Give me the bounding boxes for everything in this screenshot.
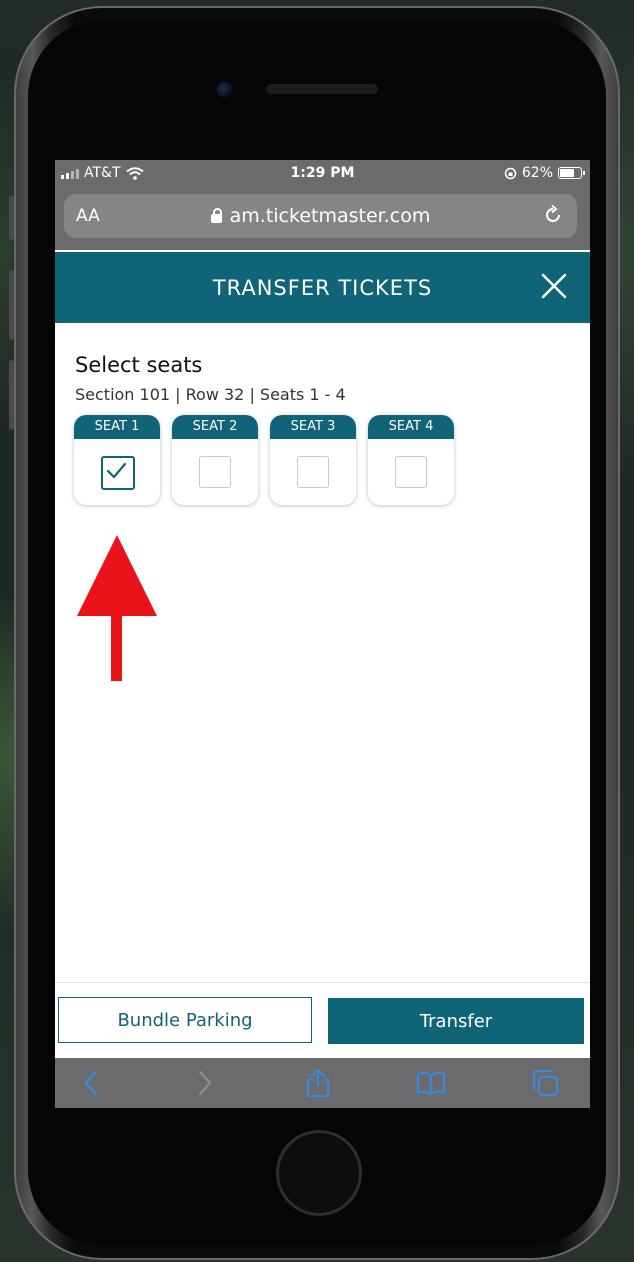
earpiece-speaker bbox=[266, 84, 378, 94]
volume-up-button bbox=[9, 270, 14, 340]
home-button[interactable] bbox=[279, 1133, 359, 1213]
status-right: 62% bbox=[504, 165, 585, 181]
seat-checkbox-checked[interactable] bbox=[101, 456, 135, 490]
seat-checkbox[interactable] bbox=[199, 456, 231, 488]
lock-icon bbox=[210, 207, 222, 223]
battery-percent: 62% bbox=[521, 165, 553, 181]
browser-address-area: AA am.ticketmaster.com bbox=[55, 188, 590, 250]
url-display[interactable]: am.ticketmaster.com bbox=[64, 205, 577, 227]
seat-label: SEAT 1 bbox=[74, 415, 160, 439]
front-camera bbox=[217, 82, 233, 98]
seat-label: SEAT 2 bbox=[172, 415, 258, 439]
battery-icon bbox=[558, 167, 585, 179]
share-icon[interactable] bbox=[303, 1068, 333, 1098]
book-icon[interactable] bbox=[416, 1068, 446, 1098]
close-icon[interactable] bbox=[540, 272, 568, 300]
status-bar: AT&T 1:29 PM 62% bbox=[55, 160, 590, 188]
chevron-left-icon[interactable] bbox=[77, 1068, 107, 1098]
seat-location: Section 101 | Row 32 | Seats 1 - 4 bbox=[75, 385, 346, 404]
transfer-button[interactable]: Transfer bbox=[328, 998, 584, 1044]
page-title: TRANSFER TICKETS bbox=[212, 276, 433, 300]
seat-card-4[interactable]: SEAT 4 bbox=[368, 415, 454, 505]
seat-checkbox[interactable] bbox=[297, 456, 329, 488]
tabs-icon[interactable] bbox=[530, 1068, 560, 1098]
transfer-header: TRANSFER TICKETS bbox=[55, 252, 590, 323]
rotation-lock-icon bbox=[504, 167, 517, 179]
reload-icon[interactable] bbox=[541, 203, 565, 227]
red-arrow-annotation bbox=[77, 535, 157, 681]
footer-divider bbox=[55, 982, 590, 983]
seat-label: SEAT 3 bbox=[270, 415, 356, 439]
browser-toolbar bbox=[55, 1058, 590, 1108]
url-text: am.ticketmaster.com bbox=[229, 205, 431, 227]
volume-down-button bbox=[9, 360, 14, 430]
seat-checkbox[interactable] bbox=[395, 456, 427, 488]
seat-card-1[interactable]: SEAT 1 bbox=[74, 415, 160, 505]
address-bar[interactable]: AA am.ticketmaster.com bbox=[64, 194, 577, 238]
seat-list: SEAT 1 SEAT 2 SEAT 3 SEAT 4 bbox=[74, 415, 454, 505]
mute-switch bbox=[9, 196, 14, 240]
seat-label: SEAT 4 bbox=[368, 415, 454, 439]
bundle-parking-button[interactable]: Bundle Parking bbox=[58, 997, 312, 1043]
checkmark-icon bbox=[106, 462, 127, 479]
select-seats-title: Select seats bbox=[75, 353, 203, 377]
seat-card-3[interactable]: SEAT 3 bbox=[270, 415, 356, 505]
phone-screen: AT&T 1:29 PM 62% AA am.ticketmaster.com bbox=[55, 160, 590, 1108]
seat-card-2[interactable]: SEAT 2 bbox=[172, 415, 258, 505]
chevron-right-icon[interactable] bbox=[189, 1068, 219, 1098]
